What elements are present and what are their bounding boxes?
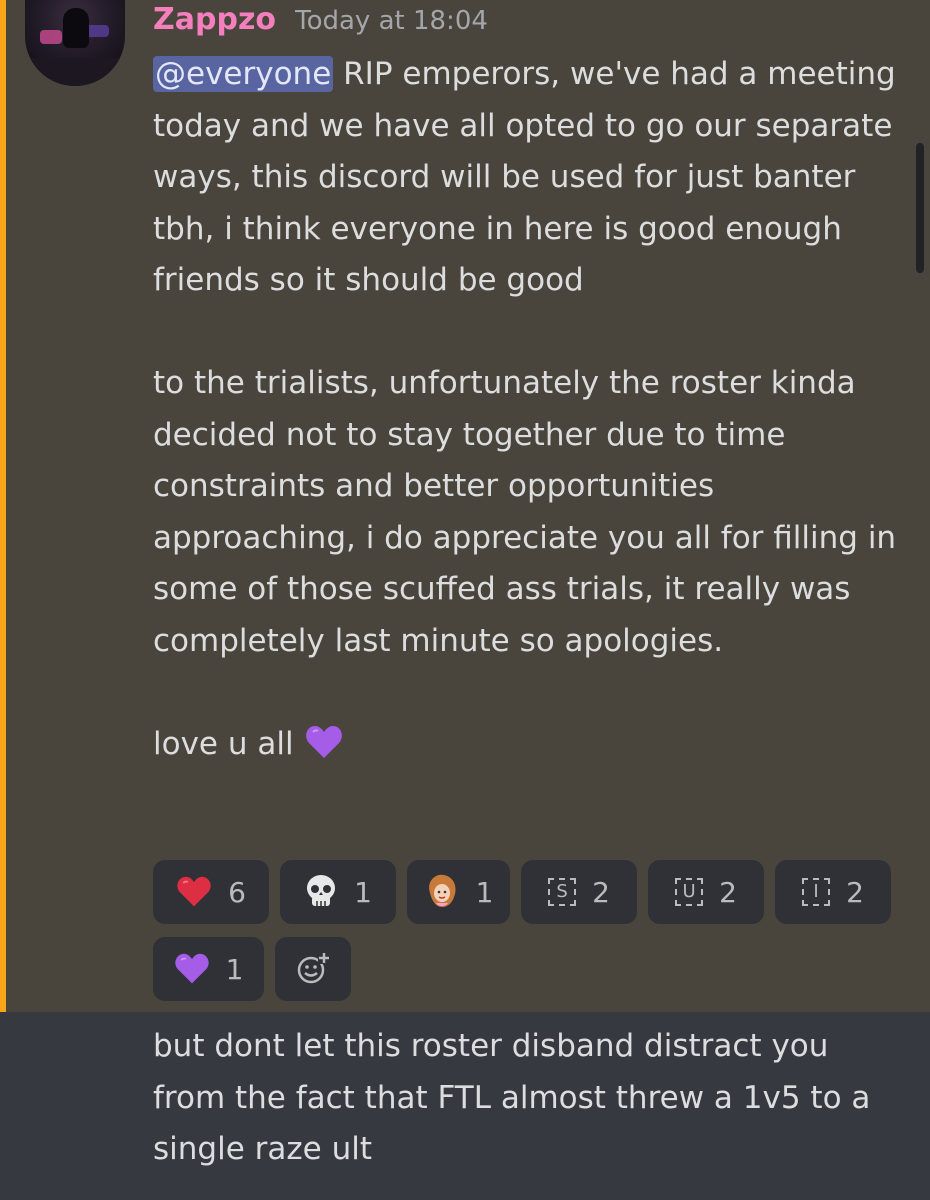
- reaction-count: 2: [719, 875, 737, 909]
- reaction-skull[interactable]: 1: [280, 860, 396, 924]
- reactions-bar: 6 1 1 S 2 U 2 I 2 1: [153, 860, 893, 1014]
- scrollbar[interactable]: [916, 143, 924, 273]
- paragraph-3-text: love u all: [153, 725, 294, 762]
- reaction-purple-heart[interactable]: 1: [153, 937, 264, 1001]
- letter-i-emoji: I: [802, 878, 831, 906]
- message-paragraph-1: @everyone RIP emperors, we've had a meet…: [153, 49, 903, 307]
- reaction-count: 1: [225, 952, 244, 986]
- reaction-letter-i[interactable]: I 2: [775, 860, 891, 924]
- message-paragraph-3: love u all: [153, 719, 903, 771]
- message-header: Zappzo Today at 18:04: [153, 2, 488, 42]
- add-reaction-icon: [297, 952, 330, 984]
- skull-emoji: [307, 875, 336, 906]
- reaction-count: 2: [846, 875, 864, 909]
- heart-emoji: [177, 876, 211, 907]
- custom-avatar-emoji: [428, 874, 456, 907]
- next-message-content: but dont let this roster disband distrac…: [153, 1028, 871, 1167]
- reaction-letter-u[interactable]: U 2: [648, 860, 764, 924]
- letter-u-emoji: U: [675, 878, 704, 906]
- timestamp: Today at 18:04: [295, 6, 488, 36]
- reaction-count: 2: [592, 875, 610, 909]
- letter-s-emoji: S: [548, 878, 577, 906]
- message-paragraph-2: to the trialists, unfortunately the rost…: [153, 365, 897, 659]
- reaction-count: 6: [228, 875, 246, 909]
- paragraph-1-text: RIP emperors, we've had a meeting today …: [153, 56, 896, 298]
- reaction-custom[interactable]: 1: [407, 860, 510, 924]
- reaction-count: 1: [475, 875, 494, 909]
- message-content: @everyone RIP emperors, we've had a meet…: [153, 49, 903, 770]
- username[interactable]: Zappzo: [153, 2, 276, 37]
- everyone-mention[interactable]: @everyone: [153, 56, 334, 92]
- purple-heart-emoji: [305, 725, 342, 758]
- mention-bar: [0, 0, 6, 1012]
- add-reaction-button[interactable]: [275, 937, 351, 1001]
- reaction-heart[interactable]: 6: [153, 860, 269, 924]
- reaction-count: 1: [354, 875, 372, 909]
- avatar[interactable]: [25, 0, 125, 86]
- reaction-letter-s[interactable]: S 2: [521, 860, 637, 924]
- purple-heart-emoji: [174, 953, 209, 984]
